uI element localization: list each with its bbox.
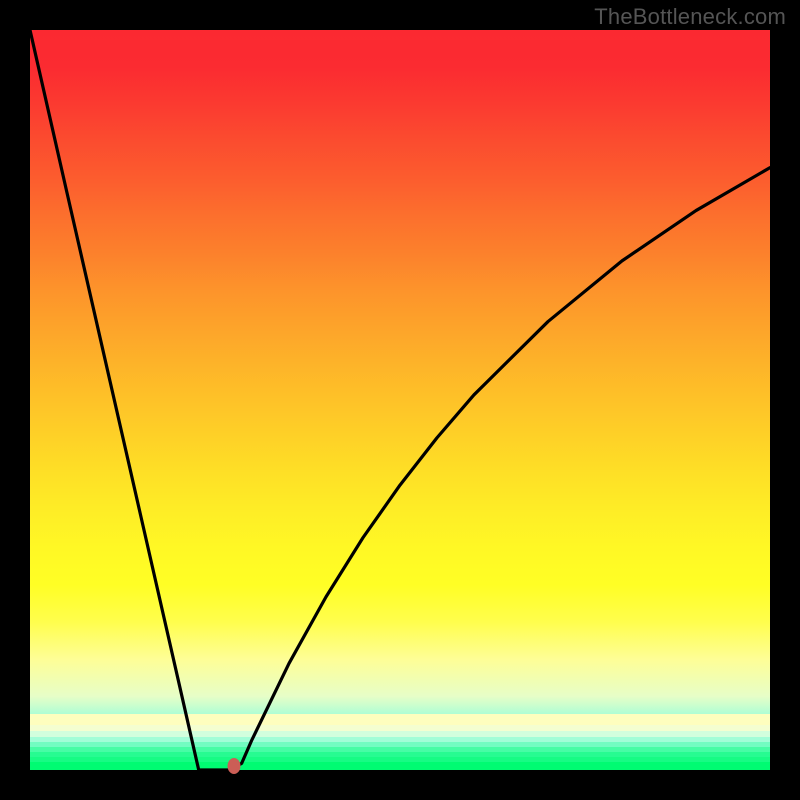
watermark-text: TheBottleneck.com <box>594 4 786 30</box>
plot-area <box>30 30 770 770</box>
curve-line <box>30 30 770 770</box>
data-point-marker <box>227 758 240 774</box>
chart-frame: TheBottleneck.com <box>0 0 800 800</box>
